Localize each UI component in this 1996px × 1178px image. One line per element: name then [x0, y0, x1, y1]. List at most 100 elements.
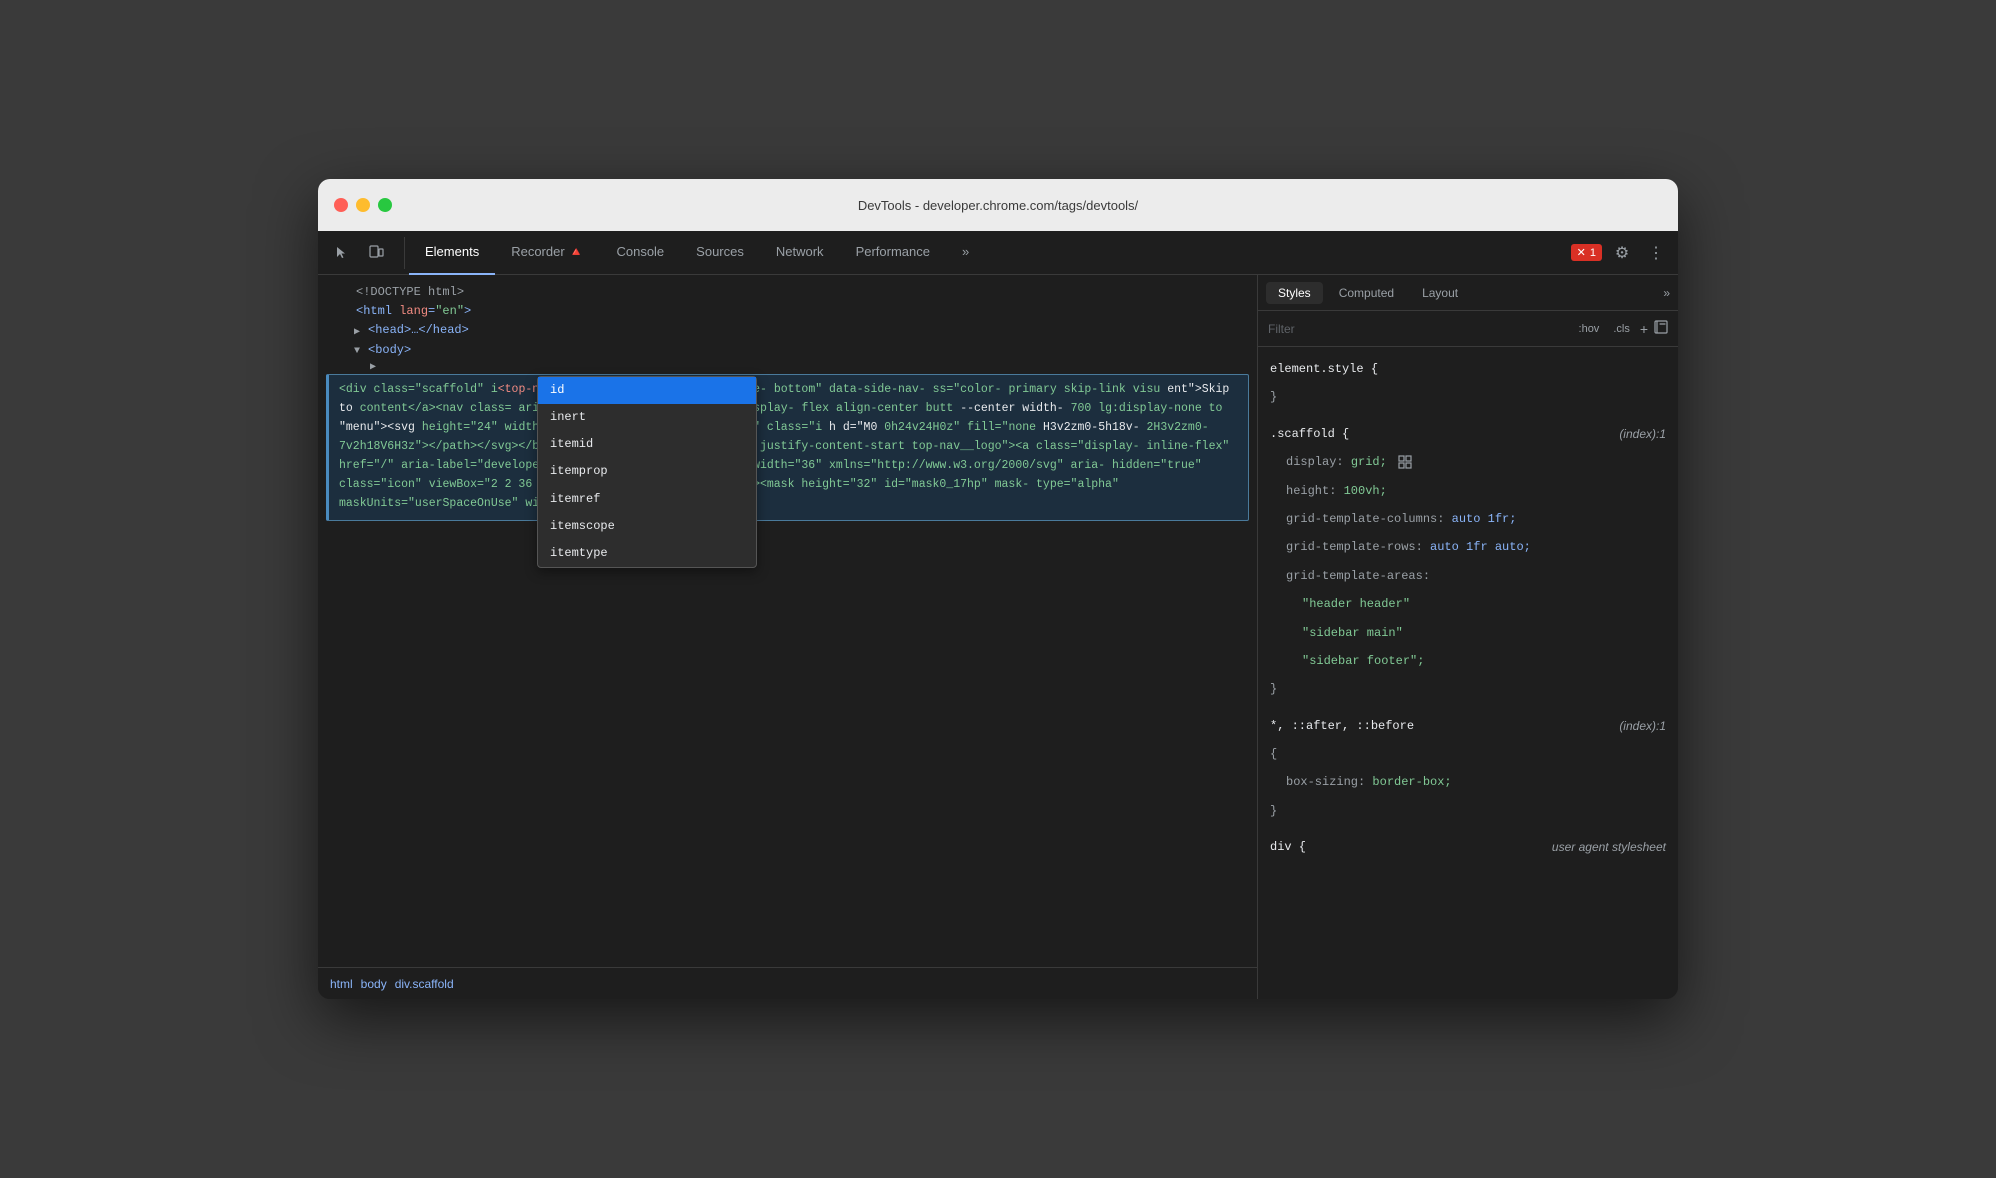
- prop-val-gtr2: auto;: [1495, 540, 1531, 554]
- autocomplete-item[interactable]: itemref: [538, 486, 756, 513]
- div-ua-origin: user agent stylesheet: [1552, 837, 1666, 857]
- autocomplete-item[interactable]: inert: [538, 404, 756, 431]
- html-line[interactable]: <!DOCTYPE html>: [318, 283, 1257, 302]
- style-prop-line: box-sizing: border-box;: [1258, 768, 1678, 796]
- tab-elements[interactable]: Elements: [409, 231, 495, 275]
- tab-layout[interactable]: Layout: [1410, 282, 1470, 304]
- head-tag: <head>…</head>: [368, 321, 469, 340]
- autocomplete-item[interactable]: itemprop: [538, 458, 756, 485]
- titlebar: DevTools - developer.chrome.com/tags/dev…: [318, 179, 1678, 231]
- autocomplete-item[interactable]: itemscope: [538, 513, 756, 540]
- tab-console[interactable]: Console: [600, 231, 680, 275]
- filter-input[interactable]: [1268, 322, 1567, 336]
- styles-panel: Styles Computed Layout » :hov .cls +: [1258, 275, 1678, 999]
- hov-badge[interactable]: :hov: [1575, 322, 1604, 336]
- html-line[interactable]: [318, 360, 1257, 372]
- universal-origin: (index):1: [1619, 716, 1666, 736]
- collapse-triangle[interactable]: [370, 360, 382, 372]
- selected-html-block[interactable]: <div class="scaffold" i<top-nav class="d…: [322, 374, 1253, 521]
- window-controls: [334, 198, 392, 212]
- style-prop-line: "header header": [1258, 590, 1678, 618]
- style-prop[interactable]: height: 100vh;: [1270, 484, 1387, 498]
- prop-val-100vh: 100vh;: [1344, 484, 1387, 498]
- tab-sources[interactable]: Sources: [680, 231, 760, 275]
- prop-val-gta2: "sidebar main": [1302, 626, 1403, 640]
- html-line[interactable]: <head>…</head>: [318, 321, 1257, 340]
- breadcrumb: html body div.scaffold: [318, 967, 1257, 999]
- style-prop[interactable]: "sidebar main": [1270, 626, 1403, 640]
- style-selector-line: *, ::after, ::before (index):1: [1258, 712, 1678, 740]
- prop-val-gta1: "header header": [1302, 597, 1410, 611]
- style-prop-line: "sidebar footer";: [1258, 647, 1678, 675]
- html-open-tag: <html: [356, 302, 399, 321]
- tab-network[interactable]: Network: [760, 231, 840, 275]
- device-icon[interactable]: [360, 237, 392, 269]
- autocomplete-item[interactable]: itemtype: [538, 540, 756, 567]
- grid-icon[interactable]: [1398, 455, 1412, 469]
- style-prop[interactable]: grid-template-rows: auto 1fr auto;: [1270, 540, 1531, 554]
- breadcrumb-scaffold[interactable]: div.scaffold: [395, 977, 454, 991]
- main-content: <!DOCTYPE html> <html lang="en"> <head>……: [318, 275, 1678, 999]
- tab-more-icon[interactable]: »: [1663, 286, 1670, 300]
- prop-val-gtr: auto 1fr: [1430, 540, 1488, 554]
- html-line[interactable]: <html lang="en">: [318, 302, 1257, 321]
- style-prop[interactable]: "sidebar footer";: [1270, 654, 1424, 668]
- minimize-button[interactable]: [356, 198, 370, 212]
- toolbar-right: ✕ 1 ⚙ ⋮: [1571, 239, 1670, 267]
- cls-badge[interactable]: .cls: [1609, 322, 1634, 336]
- style-prop-line: "sidebar main": [1258, 619, 1678, 647]
- collapse-triangle[interactable]: [354, 344, 366, 356]
- style-close-line: }: [1258, 675, 1678, 703]
- html-code: <!DOCTYPE html> <html lang="en"> <head>……: [318, 275, 1257, 967]
- close-button[interactable]: [334, 198, 348, 212]
- style-prop-line: grid-template-columns: auto 1fr;: [1258, 505, 1678, 533]
- prop-val-gta3: "sidebar footer";: [1302, 654, 1424, 668]
- doctype-text: <!DOCTYPE html>: [356, 283, 464, 302]
- plus-icon[interactable]: +: [1640, 321, 1648, 337]
- line-spacer: [342, 306, 354, 318]
- universal-close-brace: }: [1270, 804, 1277, 818]
- cursor-icon[interactable]: [326, 237, 358, 269]
- style-prop[interactable]: "header header": [1270, 597, 1410, 611]
- error-count: 1: [1590, 247, 1596, 259]
- error-badge[interactable]: ✕ 1: [1571, 244, 1602, 261]
- universal-selector[interactable]: *, ::after, ::before: [1270, 719, 1414, 733]
- more-options-icon[interactable]: ⋮: [1642, 239, 1670, 267]
- prop-val-grid: grid;: [1351, 455, 1387, 469]
- tab-recorder[interactable]: Recorder 🔺: [495, 231, 600, 275]
- devtools-container: Elements Recorder 🔺 Console Sources Netw…: [318, 231, 1678, 999]
- autocomplete-item[interactable]: id: [538, 377, 756, 404]
- tab-styles[interactable]: Styles: [1266, 282, 1323, 304]
- styles-tabs: Styles Computed Layout »: [1258, 275, 1678, 311]
- tab-more[interactable]: »: [946, 231, 985, 275]
- refresh-styles-icon[interactable]: [1654, 320, 1668, 337]
- style-prop[interactable]: grid-template-areas:: [1270, 569, 1430, 583]
- style-prop[interactable]: box-sizing: border-box;: [1270, 775, 1452, 789]
- style-selector-line: .scaffold { (index):1: [1258, 420, 1678, 448]
- style-rule-universal: *, ::after, ::before (index):1 { box-siz…: [1258, 712, 1678, 826]
- style-rule-element: element.style { }: [1258, 355, 1678, 412]
- html-panel: <!DOCTYPE html> <html lang="en"> <head>……: [318, 275, 1258, 999]
- window-title: DevTools - developer.chrome.com/tags/dev…: [858, 198, 1138, 213]
- maximize-button[interactable]: [378, 198, 392, 212]
- div-selector[interactable]: div {: [1270, 840, 1306, 854]
- scaffold-selector[interactable]: .scaffold {: [1270, 427, 1349, 441]
- html-line[interactable]: <body>: [318, 341, 1257, 360]
- style-prop[interactable]: display: grid;: [1270, 455, 1412, 469]
- line-spacer: [342, 287, 354, 299]
- element-style-selector[interactable]: element.style {: [1270, 362, 1378, 376]
- style-prop-line: grid-template-areas:: [1258, 562, 1678, 590]
- tab-computed[interactable]: Computed: [1327, 282, 1406, 304]
- autocomplete-dropdown[interactable]: id inert itemid itemprop itemref itemsco…: [537, 376, 757, 568]
- breadcrumb-html[interactable]: html: [330, 977, 353, 991]
- style-prop[interactable]: grid-template-columns: auto 1fr;: [1270, 512, 1516, 526]
- breadcrumb-body[interactable]: body: [361, 977, 387, 991]
- style-close-line: }: [1258, 797, 1678, 825]
- tab-performance[interactable]: Performance: [840, 231, 946, 275]
- autocomplete-item[interactable]: itemid: [538, 431, 756, 458]
- style-prop-line: display: grid;: [1258, 448, 1678, 476]
- equals: =: [428, 302, 435, 321]
- prop-name-height: height:: [1286, 484, 1344, 498]
- settings-icon[interactable]: ⚙: [1608, 239, 1636, 267]
- collapse-triangle[interactable]: [354, 325, 366, 337]
